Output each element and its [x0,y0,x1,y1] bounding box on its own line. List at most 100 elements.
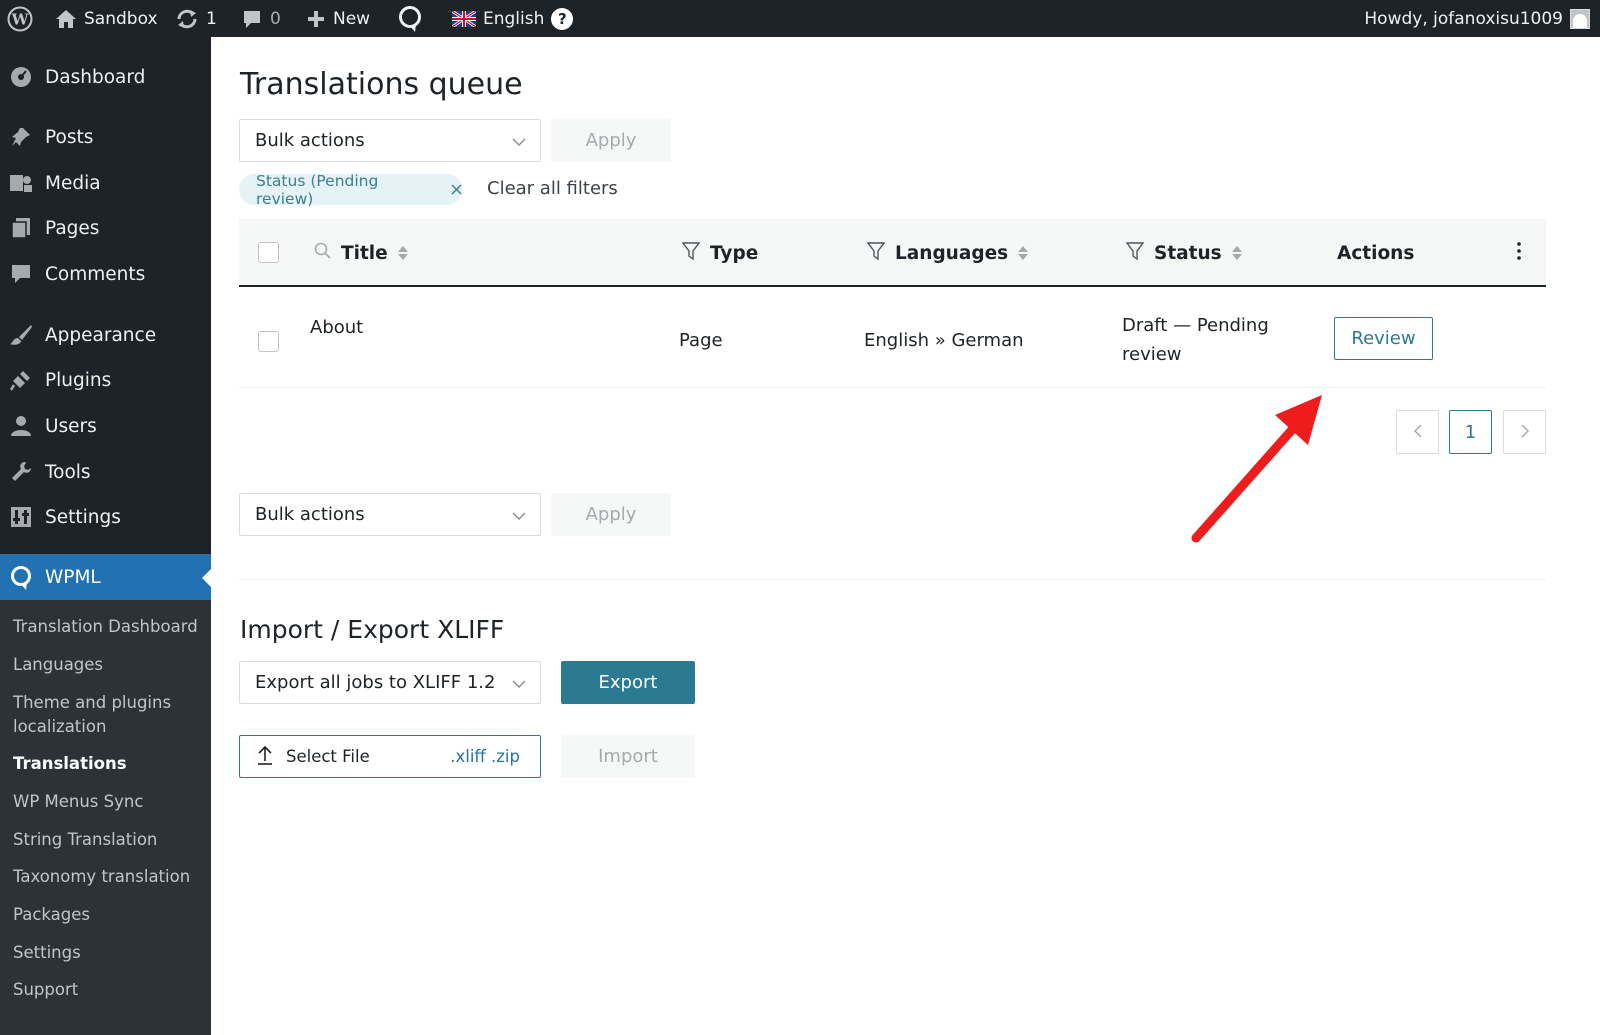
select-all-checkbox[interactable] [258,242,279,263]
updates-link[interactable]: 1 [175,0,217,37]
submenu-item-theme-plugins-localization[interactable]: Theme and plugins localization [13,691,193,739]
filter-chip-label: Status (Pending review) [256,171,379,208]
comment-icon [241,8,263,30]
pagination-next-button[interactable] [1503,410,1546,454]
column-languages[interactable]: Languages [866,219,1029,287]
column-title-label: Title [341,242,388,264]
xliff-section-title: Import / Export XLIFF [240,615,505,644]
submenu-item-settings[interactable]: Settings [13,941,81,965]
sidebar-item-tools[interactable]: Tools [0,450,211,494]
more-vertical-icon[interactable] [1516,241,1522,266]
row-languages: English » German [864,330,1024,351]
row-title[interactable]: About [310,313,363,342]
language-label: English [483,8,545,29]
avatar [1570,8,1590,29]
sort-icon[interactable] [1231,246,1242,260]
submenu-item-wp-menus-sync[interactable]: WP Menus Sync [13,790,143,814]
allowed-file-types: .xliff .zip [450,747,520,766]
sidebar-item-label: Settings [45,506,121,528]
export-button[interactable]: Export [561,661,695,704]
close-icon[interactable] [451,181,462,199]
sidebar-item-label: Appearance [45,324,157,346]
review-button[interactable]: Review [1334,317,1433,360]
filter-icon[interactable] [681,241,701,266]
language-switcher[interactable]: English ? [452,0,574,37]
submenu-item-support[interactable]: Support [13,978,78,1002]
comments-count: 0 [270,8,281,29]
column-status-label: Status [1154,242,1222,264]
column-status[interactable]: Status [1125,219,1242,287]
account-menu[interactable]: Howdy, jofanoxisu1009 [1364,0,1590,37]
apply-button-bottom[interactable]: Apply [551,493,671,536]
sidebar-item-settings[interactable]: Settings [0,495,211,539]
search-icon[interactable] [314,242,331,264]
annotation-arrow-icon [1191,395,1322,543]
column-title[interactable]: Title [314,219,408,287]
chevron-down-icon [512,133,526,154]
bulk-actions-select-bottom[interactable]: Bulk actions [239,493,541,536]
media-icon [9,171,33,195]
row-checkbox[interactable] [258,331,279,352]
sidebar-item-label: WPML [45,567,101,588]
column-type[interactable]: Type [681,219,758,287]
svg-text:W: W [11,10,30,28]
sidebar-item-media[interactable]: Media [0,161,211,205]
pagination-prev-button[interactable] [1396,410,1439,454]
chevron-down-icon [512,507,526,528]
help-icon[interactable]: ? [551,7,574,30]
wpml-submenu: Translation Dashboard Languages Theme an… [0,600,211,1035]
sidebar-item-posts[interactable]: Posts [0,115,211,159]
dashboard-icon [9,65,33,89]
comment-icon [9,262,33,286]
sidebar-item-dashboard[interactable]: Dashboard [0,55,211,99]
filter-icon[interactable] [866,241,886,266]
new-content-link[interactable]: New [306,0,370,37]
clear-all-filters-link[interactable]: Clear all filters [487,178,618,199]
submenu-item-packages[interactable]: Packages [13,903,90,927]
comments-link[interactable]: 0 [241,0,281,37]
sidebar-item-wpml[interactable]: WPML [0,554,211,601]
site-name-link[interactable]: Sandbox [55,0,158,37]
sidebar-item-plugins[interactable]: Plugins [0,358,211,402]
row-status-line2: review [1122,344,1182,365]
file-select-input[interactable]: Select File .xliff .zip [239,735,541,778]
pages-icon [9,216,33,240]
sidebar-item-label: Users [45,415,97,437]
plugin-icon [9,368,33,392]
sidebar-item-appearance[interactable]: Appearance [0,313,211,357]
chevron-down-icon [512,675,526,696]
sidebar-item-comments[interactable]: Comments [0,252,211,296]
export-format-select[interactable]: Export all jobs to XLIFF 1.2 [239,661,541,704]
column-options-menu[interactable] [1516,219,1522,287]
admin-bar: W Sandbox 1 0 New English ? Howdy, jofan… [0,0,1600,37]
column-languages-label: Languages [895,242,1009,264]
submenu-item-languages[interactable]: Languages [13,653,103,677]
sidebar-item-users[interactable]: Users [0,404,211,448]
greeting: Howdy, jofanoxisu1009 [1364,8,1563,29]
wpml-bar-icon[interactable] [397,0,423,37]
sort-icon[interactable] [397,246,408,260]
submenu-item-translations[interactable]: Translations [13,752,127,776]
submenu-item-taxonomy-translation[interactable]: Taxonomy translation [13,865,190,889]
bulk-actions-select-top[interactable]: Bulk actions [239,119,541,162]
column-actions-label: Actions [1337,242,1415,264]
submenu-item-translation-dashboard[interactable]: Translation Dashboard [13,615,198,639]
apply-button-top[interactable]: Apply [551,119,671,162]
sort-icon[interactable] [1018,246,1029,260]
wrench-icon [9,460,33,484]
wordpress-logo-icon[interactable]: W [7,0,33,37]
pagination-page-button[interactable]: 1 [1449,410,1492,454]
chevron-left-icon [1413,422,1423,443]
status-filter-chip[interactable]: Status (Pending review) [239,171,462,208]
bulk-actions-label: Bulk actions [255,130,365,151]
home-icon [55,9,77,29]
upload-icon [256,745,274,769]
filter-icon[interactable] [1125,241,1145,266]
sidebar-item-pages[interactable]: Pages [0,206,211,250]
submenu-item-string-translation[interactable]: String Translation [13,828,157,852]
export-format-label: Export all jobs to XLIFF 1.2 [255,672,496,693]
update-icon [175,8,199,30]
chevron-right-icon [1520,422,1530,443]
import-button[interactable]: Import [561,735,695,778]
row-type: Page [679,330,723,351]
